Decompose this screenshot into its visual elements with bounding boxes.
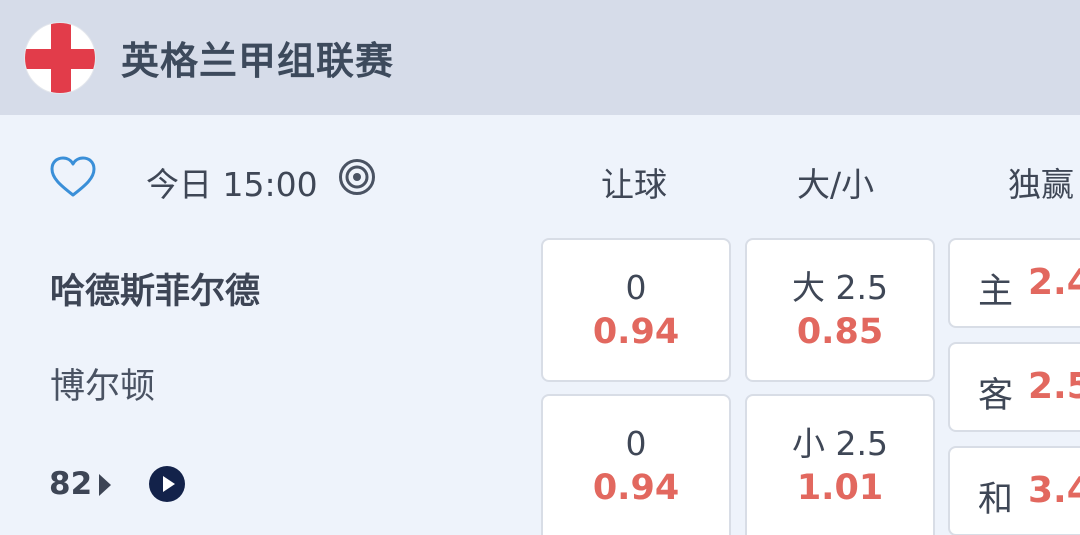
moneyline-draw-odds: 3.4 bbox=[1028, 470, 1080, 511]
handicap-home-odds: 0.94 bbox=[592, 312, 680, 352]
moneyline-draw-label: 和 bbox=[978, 480, 1014, 520]
moneyline-away-odds: 2.5 bbox=[1028, 366, 1080, 407]
more-markets-count[interactable]: 82 bbox=[49, 466, 92, 502]
under-line: 小 2.5 bbox=[792, 424, 888, 463]
league-name: 英格兰甲组联赛 bbox=[121, 39, 395, 83]
column-header-handicap: 让球 bbox=[601, 165, 667, 204]
odds-cell-moneyline-draw[interactable]: 和 3.4 bbox=[948, 446, 1080, 535]
under-odds: 1.01 bbox=[796, 468, 884, 508]
column-header-moneyline: 独赢 bbox=[1008, 165, 1074, 204]
handicap-home-line: 0 bbox=[625, 268, 647, 307]
odds-cell-moneyline-home[interactable]: 主 2.4 bbox=[948, 238, 1080, 328]
odds-cell-under[interactable]: 小 2.5 1.01 bbox=[745, 394, 935, 535]
moneyline-home-odds: 2.4 bbox=[1028, 262, 1080, 303]
play-icon[interactable] bbox=[149, 466, 185, 502]
league-header[interactable]: 英格兰甲组联赛 bbox=[0, 0, 1080, 115]
handicap-away-line: 0 bbox=[625, 424, 647, 463]
odds-cell-handicap-home[interactable]: 0 0.94 bbox=[541, 238, 731, 382]
away-team-name: 博尔顿 bbox=[50, 367, 156, 407]
match-time: 今日 15:00 bbox=[146, 165, 318, 204]
england-flag-icon bbox=[24, 22, 96, 94]
heart-outline-icon[interactable] bbox=[50, 156, 96, 198]
moneyline-away-label: 客 bbox=[978, 376, 1014, 416]
moneyline-home-label: 主 bbox=[978, 272, 1014, 312]
over-line: 大 2.5 bbox=[792, 268, 888, 307]
over-odds: 0.85 bbox=[796, 312, 884, 352]
handicap-away-odds: 0.94 bbox=[592, 468, 680, 508]
odds-cell-over[interactable]: 大 2.5 0.85 bbox=[745, 238, 935, 382]
home-team-name: 哈德斯菲尔德 bbox=[50, 272, 261, 312]
odds-cell-handicap-away[interactable]: 0 0.94 bbox=[541, 394, 731, 535]
caret-right-icon[interactable] bbox=[99, 474, 111, 496]
odds-cell-moneyline-away[interactable]: 客 2.5 bbox=[948, 342, 1080, 432]
target-icon[interactable] bbox=[338, 158, 376, 196]
column-header-over-under: 大/小 bbox=[797, 165, 875, 204]
